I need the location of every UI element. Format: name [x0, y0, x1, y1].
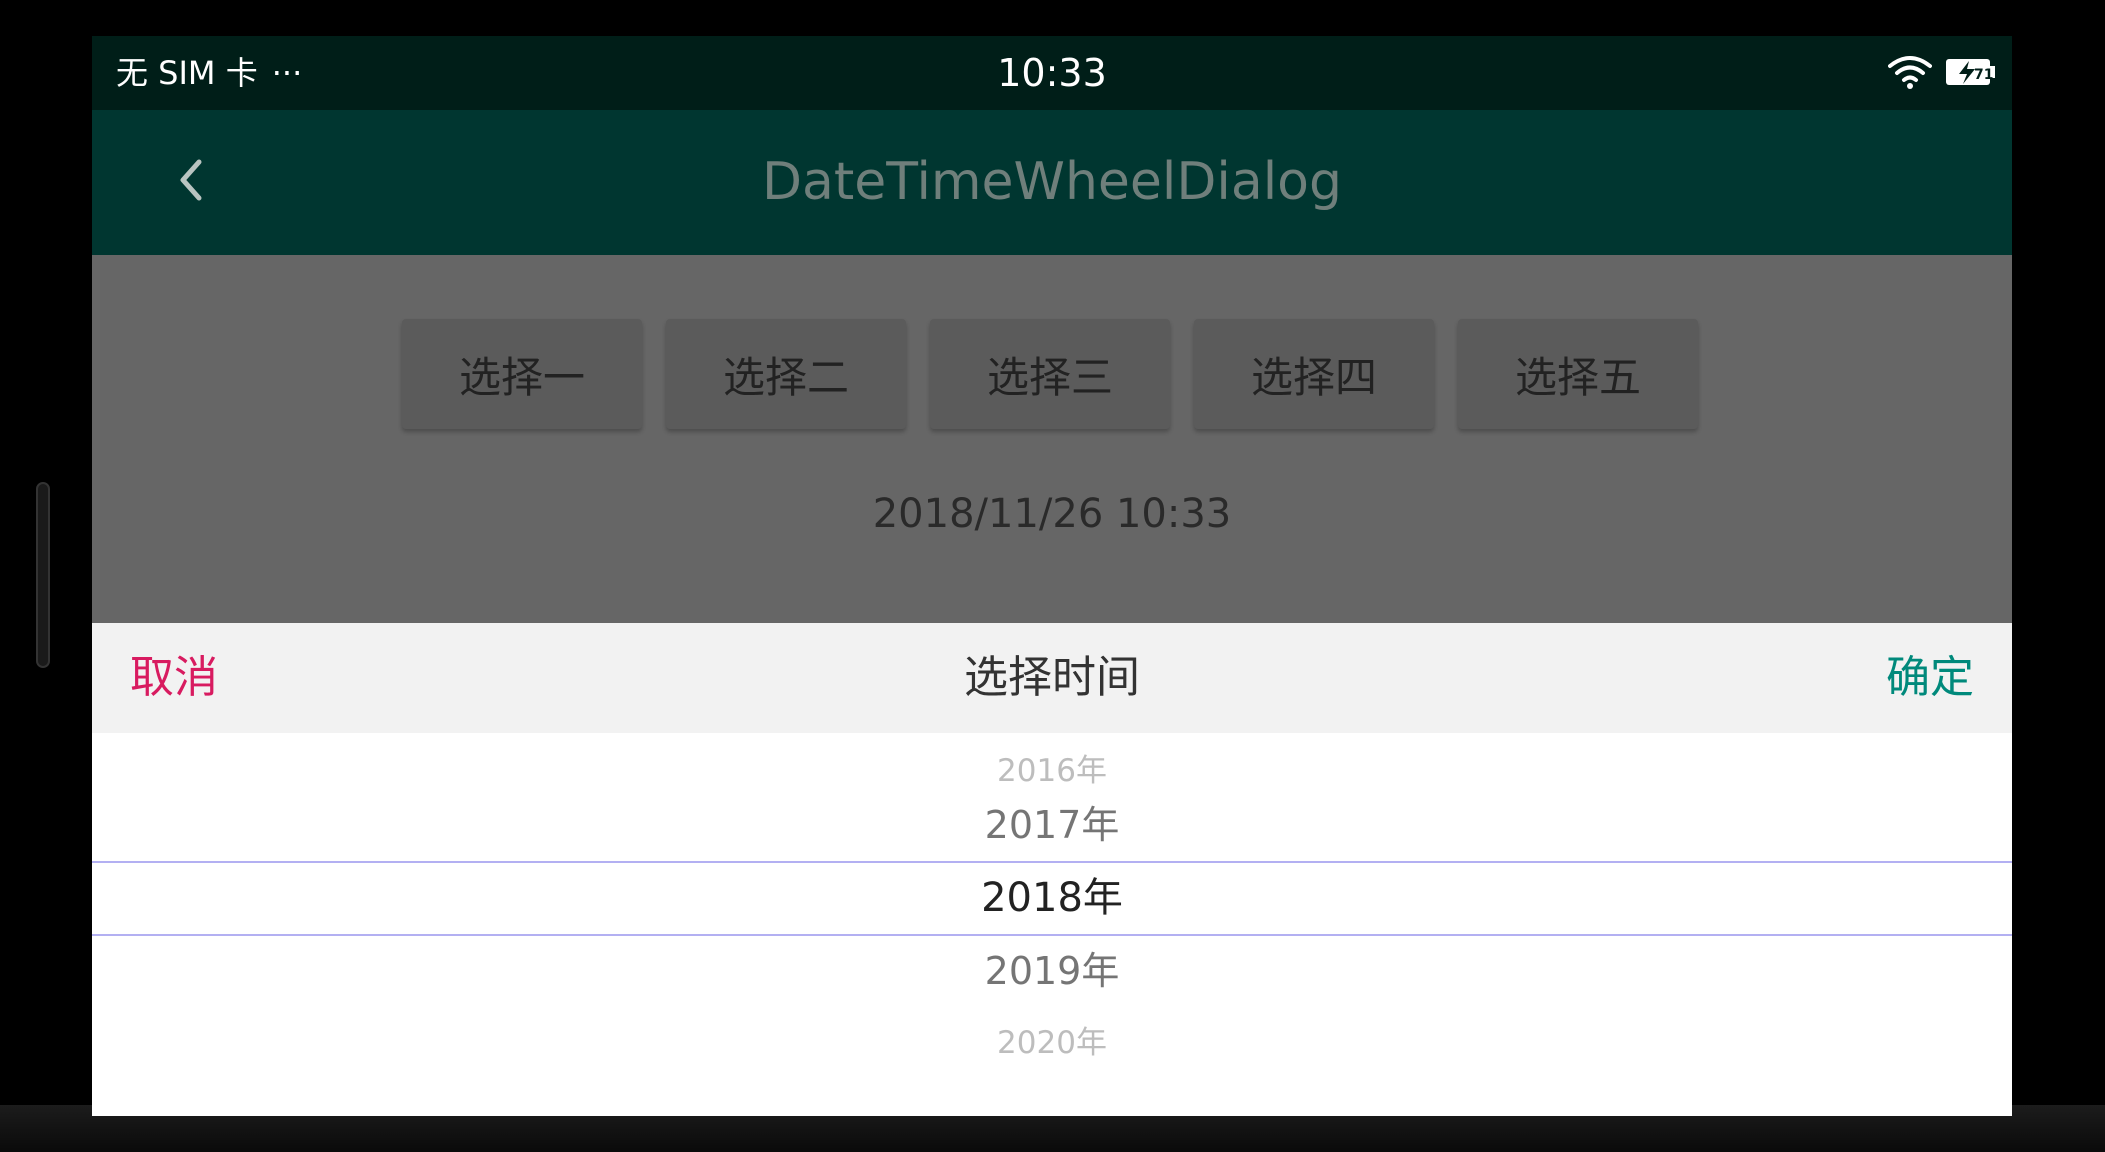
choice-button-4[interactable]: 选择四	[1194, 319, 1434, 429]
device-frame: 无 SIM 卡 ··· 10:33 71 DateTimeWheelDialog…	[0, 0, 2105, 1152]
wheel-item[interactable]: 2017年	[92, 789, 2012, 861]
status-bar: 无 SIM 卡 ··· 10:33 71	[92, 36, 2012, 110]
choice-button-5[interactable]: 选择五	[1458, 319, 1698, 429]
status-time: 10:33	[997, 51, 1107, 95]
dialog-title: 选择时间	[964, 652, 1140, 703]
year-wheel-picker[interactable]: 2016年 2017年 2018年 2019年 2020年	[92, 733, 2012, 1116]
battery-charging-icon: 71	[1944, 57, 1998, 91]
side-button	[36, 482, 50, 668]
wifi-icon	[1888, 54, 1932, 94]
choice-button-1[interactable]: 选择一	[402, 319, 642, 429]
choice-button-3[interactable]: 选择三	[930, 319, 1170, 429]
dialog-header: 取消 选择时间 确定	[92, 623, 2012, 733]
choice-button-2[interactable]: 选择二	[666, 319, 906, 429]
wheel-item-selected[interactable]: 2018年	[92, 862, 2012, 934]
confirm-button[interactable]: 确定	[1886, 623, 1974, 733]
wheel-item[interactable]: 2019年	[92, 935, 2012, 1007]
main-content: 选择一 选择二 选择三 选择四 选择五 2018/11/26 10:33	[92, 255, 2012, 659]
choice-button-row: 选择一 选择二 选择三 选择四 选择五	[402, 319, 1698, 429]
page-title: DateTimeWheelDialog	[762, 152, 1342, 212]
screen: 无 SIM 卡 ··· 10:33 71 DateTimeWheelDialog…	[92, 36, 2012, 1116]
app-toolbar: DateTimeWheelDialog	[92, 110, 2012, 255]
wheel-item[interactable]: 2020年	[92, 1007, 2012, 1079]
svg-text:71: 71	[1974, 67, 1993, 83]
selected-datetime-text: 2018/11/26 10:33	[872, 491, 1232, 537]
